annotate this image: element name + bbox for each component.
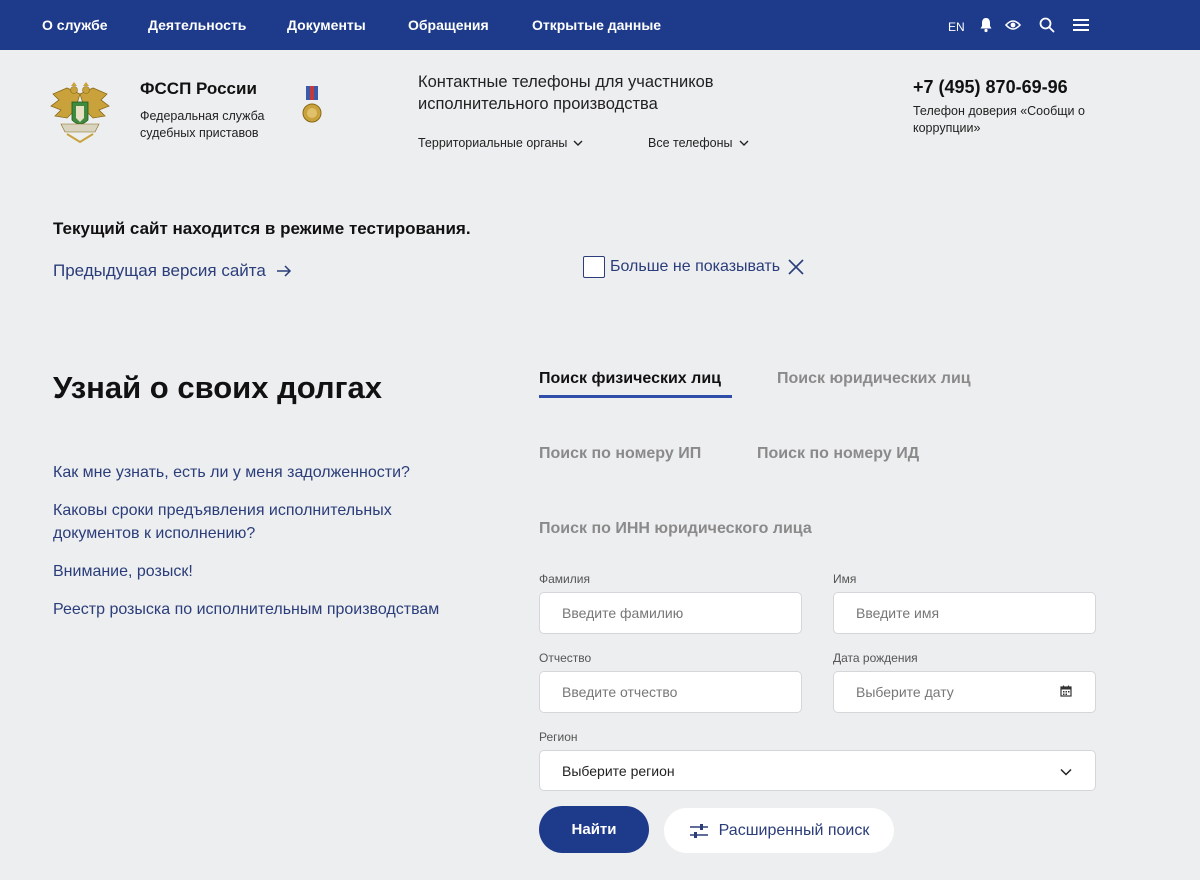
all-phones-dropdown[interactable]: Все телефоны: [648, 136, 749, 150]
find-button[interactable]: Найти: [539, 806, 649, 853]
dont-show-label[interactable]: Больше не показывать: [610, 258, 780, 276]
birthdate-label: Дата рождения: [833, 651, 918, 665]
bell-icon[interactable]: [976, 15, 996, 35]
faq-link-wanted-registry[interactable]: Реестр розыска по исполнительным произво…: [53, 598, 453, 621]
hotline-phone[interactable]: +7 (495) 870-69-96: [913, 77, 1068, 98]
hotline-label: Телефон доверия «Сообщи о коррупции»: [913, 104, 1085, 135]
active-tab-underline: [539, 395, 732, 398]
nav-item-documents[interactable]: Документы: [287, 17, 366, 33]
lastname-label: Фамилия: [539, 572, 590, 586]
chevron-down-icon: [739, 140, 749, 146]
faq-link-wanted[interactable]: Внимание, розыск!: [53, 560, 453, 583]
brand-title: ФССП России: [140, 79, 257, 98]
patronymic-input[interactable]: [539, 671, 802, 713]
tab-legal-entities[interactable]: Поиск юридических лиц: [777, 370, 971, 388]
debts-section-title: Узнай о своих долгах: [53, 370, 382, 405]
tab-id-number[interactable]: Поиск по номеру ИД: [757, 445, 919, 463]
region-select-value: Выберите регион: [562, 763, 675, 779]
filter-sliders-icon: [689, 823, 708, 838]
advanced-search-button[interactable]: Расширенный поиск: [664, 808, 894, 853]
eye-icon[interactable]: [1003, 15, 1023, 35]
chevron-down-icon: [573, 140, 583, 146]
advanced-search-label: Расширенный поиск: [718, 821, 870, 839]
tab-inn-legal[interactable]: Поиск по ИНН юридического лица: [539, 520, 812, 538]
language-switch[interactable]: EN: [948, 20, 965, 34]
nav-item-appeals[interactable]: Обращения: [408, 17, 489, 33]
calendar-icon[interactable]: [1060, 684, 1072, 697]
all-phones-label: Все телефоны: [648, 136, 733, 150]
chevron-down-icon: [1060, 768, 1072, 776]
testing-notice-text: Текущий сайт находится в режиме тестиров…: [53, 219, 471, 238]
nav-item-activity[interactable]: Деятельность: [148, 17, 246, 33]
birthdate-input[interactable]: [833, 671, 1096, 713]
region-label: Регион: [539, 730, 578, 744]
territorial-organs-dropdown[interactable]: Территориальные органы: [418, 136, 583, 150]
firstname-label: Имя: [833, 572, 857, 586]
search-icon[interactable]: [1037, 15, 1057, 35]
arrow-right-icon: [276, 265, 291, 277]
previous-version-link[interactable]: Предыдущая версия сайта: [53, 261, 292, 281]
close-icon[interactable]: [786, 257, 806, 277]
faq-link-debts[interactable]: Как мне узнать, есть ли у меня задолженн…: [53, 461, 453, 484]
medal-icon: [300, 86, 324, 126]
nav-item-about[interactable]: О службе: [42, 17, 108, 33]
nav-item-open-data[interactable]: Открытые данные: [532, 17, 661, 33]
fssp-emblem-logo[interactable]: [47, 80, 113, 146]
lastname-input[interactable]: [539, 592, 802, 634]
brand-subtitle: Федеральная служба судебных приставов: [140, 109, 265, 140]
territorial-organs-label: Территориальные органы: [418, 136, 568, 150]
region-select[interactable]: Выберите регион: [539, 750, 1096, 791]
tab-individuals[interactable]: Поиск физических лиц: [539, 370, 721, 388]
patronymic-label: Отчество: [539, 651, 592, 665]
previous-version-label: Предыдущая версия сайта: [53, 261, 266, 280]
menu-icon[interactable]: [1071, 15, 1091, 35]
contacts-title: Контактные телефоны для участников испол…: [418, 73, 714, 113]
dont-show-checkbox[interactable]: [583, 256, 605, 278]
faq-link-deadlines[interactable]: Каковы сроки предъявления исполнительных…: [53, 499, 423, 545]
tab-ip-number[interactable]: Поиск по номеру ИП: [539, 445, 701, 463]
top-navigation: О службе Деятельность Документы Обращени…: [0, 0, 1200, 50]
firstname-input[interactable]: [833, 592, 1096, 634]
